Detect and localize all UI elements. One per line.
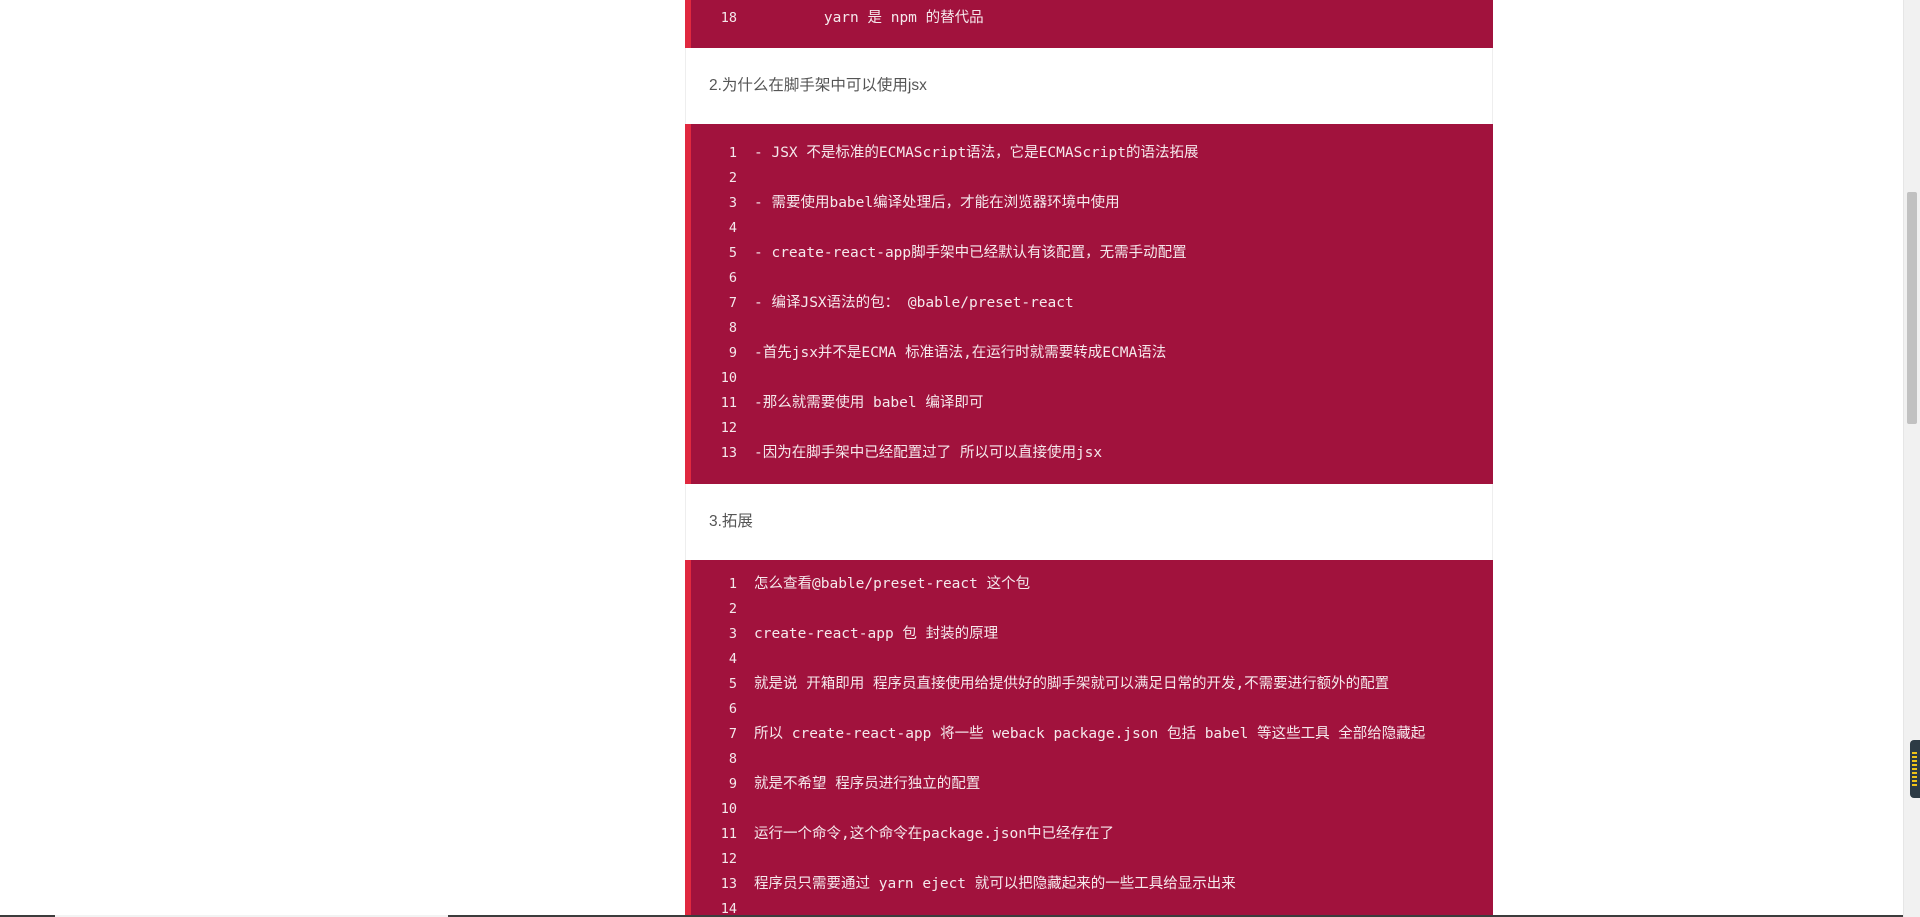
code-line: 7 所以 create-react-app 将一些 weback package…: [691, 722, 1493, 747]
code-line: 10: [691, 366, 1493, 391]
code-line: 12: [691, 416, 1493, 441]
line-number: 3: [728, 626, 737, 642]
line-number: 1: [728, 576, 737, 592]
code-line: 12: [691, 847, 1493, 872]
line-number: 7: [728, 726, 737, 742]
code-text: -因为在脚手架中已经配置过了 所以可以直接使用jsx: [754, 445, 1103, 461]
code-text: 所以 create-react-app 将一些 weback package.j…: [754, 726, 1426, 742]
line-number: 6: [728, 270, 737, 286]
code-line: 7 - 编译JSX语法的包： @bable/preset-react: [691, 291, 1493, 316]
code-text: -那么就需要使用 babel 编译即可: [754, 395, 984, 411]
code-line: 6: [691, 266, 1493, 291]
code-text: yarn 是 npm 的替代品: [754, 10, 984, 26]
code-line: 13 -因为在脚手架中已经配置过了 所以可以直接使用jsx: [691, 441, 1493, 466]
line-number: 12: [720, 420, 737, 436]
code-line: 5 就是说 开箱即用 程序员直接使用给提供好的脚手架就可以满足日常的开发,不需要…: [691, 672, 1493, 697]
code-line: 11 运行一个命令,这个命令在package.json中已经存在了: [691, 822, 1493, 847]
code-line: 13 程序员只需要通过 yarn eject 就可以把隐藏起来的一些工具给显示出…: [691, 872, 1493, 897]
code-text: - JSX 不是标准的ECMAScript语法，它是ECMAScript的语法拓…: [754, 145, 1199, 161]
code-line: 9 -首先jsx并不是ECMA 标准语法,在运行时就需要转成ECMA语法: [691, 341, 1493, 366]
line-number: 2: [728, 170, 737, 186]
code-line: 8: [691, 316, 1493, 341]
code-line: 11 -那么就需要使用 babel 编译即可: [691, 391, 1493, 416]
code-text: 就是不希望 程序员进行独立的配置: [754, 776, 981, 792]
code-line: 9 就是不希望 程序员进行独立的配置: [691, 772, 1493, 797]
line-number: 2: [728, 601, 737, 617]
code-line: 4: [691, 647, 1493, 672]
code-text: 运行一个命令,这个命令在package.json中已经存在了: [754, 826, 1114, 842]
line-number: 10: [720, 370, 737, 386]
code-line: 8: [691, 747, 1493, 772]
line-number: 7: [728, 295, 737, 311]
section-heading-2: 2.为什么在脚手架中可以使用jsx: [685, 48, 1493, 124]
code-line: 6: [691, 697, 1493, 722]
code-text: create-react-app 包 封装的原理: [754, 626, 999, 642]
code-text: - create-react-app脚手架中已经默认有该配置，无需手动配置: [754, 245, 1187, 261]
code-line: 2: [691, 166, 1493, 191]
line-number: 8: [728, 320, 737, 336]
scrollbar-thumb[interactable]: [1907, 192, 1917, 424]
code-text: - 需要使用babel编译处理后，才能在浏览器环境中使用: [754, 195, 1120, 211]
line-number: 6: [728, 701, 737, 717]
code-line: 18 yarn 是 npm 的替代品: [691, 6, 1493, 31]
line-number: 18: [720, 10, 737, 26]
code-text: - 编译JSX语法的包： @bable/preset-react: [754, 295, 1074, 311]
line-number: 8: [728, 751, 737, 767]
line-number: 9: [728, 345, 737, 361]
code-line: 4: [691, 216, 1493, 241]
code-line: 1 - JSX 不是标准的ECMAScript语法，它是ECMAScript的语…: [691, 141, 1493, 166]
line-number: 5: [728, 676, 737, 692]
code-line: 3 create-react-app 包 封装的原理: [691, 622, 1493, 647]
line-number: 5: [728, 245, 737, 261]
page: 18 yarn 是 npm 的替代品 2.为什么在脚手架中可以使用jsx 1 -…: [0, 0, 1920, 917]
line-number: 1: [728, 145, 737, 161]
code-text: 就是说 开箱即用 程序员直接使用给提供好的脚手架就可以满足日常的开发,不需要进行…: [754, 676, 1390, 692]
side-widget-tab[interactable]: [1910, 740, 1920, 798]
code-line: 2: [691, 597, 1493, 622]
code-text: -首先jsx并不是ECMA 标准语法,在运行时就需要转成ECMA语法: [754, 345, 1167, 361]
bars-icon: [1912, 752, 1917, 788]
article-content: 18 yarn 是 npm 的替代品 2.为什么在脚手架中可以使用jsx 1 -…: [685, 0, 1493, 917]
section-heading-3: 3.拓展: [685, 484, 1493, 560]
line-number: 3: [728, 195, 737, 211]
line-number: 4: [728, 651, 737, 667]
line-number: 13: [720, 445, 737, 461]
line-number: 13: [720, 876, 737, 892]
code-text: 怎么查看@bable/preset-react 这个包: [754, 576, 1031, 592]
code-block-3: 1 怎么查看@bable/preset-react 这个包 2 3 create…: [685, 560, 1493, 917]
line-number: 9: [728, 776, 737, 792]
line-number: 11: [720, 395, 737, 411]
code-line: 3 - 需要使用babel编译处理后，才能在浏览器环境中使用: [691, 191, 1493, 216]
line-number: 4: [728, 220, 737, 236]
code-line: 10: [691, 797, 1493, 822]
code-block-2: 1 - JSX 不是标准的ECMAScript语法，它是ECMAScript的语…: [685, 124, 1493, 484]
code-line: 5 - create-react-app脚手架中已经默认有该配置，无需手动配置: [691, 241, 1493, 266]
code-line: 1 怎么查看@bable/preset-react 这个包: [691, 572, 1493, 597]
line-number: 10: [720, 801, 737, 817]
line-number: 11: [720, 826, 737, 842]
code-block-1: 18 yarn 是 npm 的替代品: [685, 0, 1493, 48]
line-number: 14: [720, 901, 737, 917]
line-number: 12: [720, 851, 737, 867]
code-text: 程序员只需要通过 yarn eject 就可以把隐藏起来的一些工具给显示出来: [754, 876, 1236, 892]
code-line: 14: [691, 897, 1493, 917]
